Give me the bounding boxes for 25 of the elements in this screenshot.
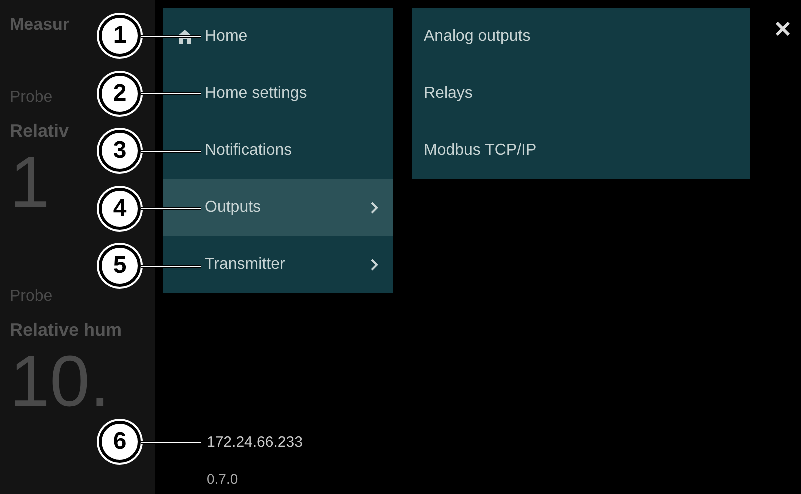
chevron-right-icon <box>371 258 379 270</box>
submenu-item[interactable]: Analog outputs <box>412 8 750 65</box>
close-icon[interactable] <box>776 22 790 36</box>
quantity-label: Relative hum <box>10 318 122 342</box>
leader-line <box>141 440 201 444</box>
callout-marker: 5 <box>99 245 141 287</box>
submenu-item[interactable]: Relays <box>412 65 750 122</box>
menu-item[interactable]: Transmitter <box>163 236 393 293</box>
leader-line <box>141 150 201 152</box>
callout-marker: 1 <box>99 15 141 57</box>
leader-line <box>141 92 201 95</box>
menu-item[interactable]: Outputs <box>163 179 393 236</box>
callout-marker: 6 <box>99 421 141 463</box>
leader-line <box>141 264 201 268</box>
chevron-right-icon <box>371 202 379 214</box>
callout-marker: 3 <box>99 130 141 172</box>
menu-item[interactable]: Notifications <box>163 122 393 179</box>
version-number: 0.7.0 <box>207 470 240 488</box>
ip-address: 172.24.66.233 <box>207 433 303 453</box>
quantity-label: Relativ <box>10 120 70 142</box>
menu-item[interactable]: Home settings <box>163 65 393 122</box>
screen-title: Measur <box>10 14 70 36</box>
submenu-item[interactable]: Modbus TCP/IP <box>412 122 750 179</box>
leader-line <box>141 34 201 38</box>
leader-line <box>141 207 201 210</box>
